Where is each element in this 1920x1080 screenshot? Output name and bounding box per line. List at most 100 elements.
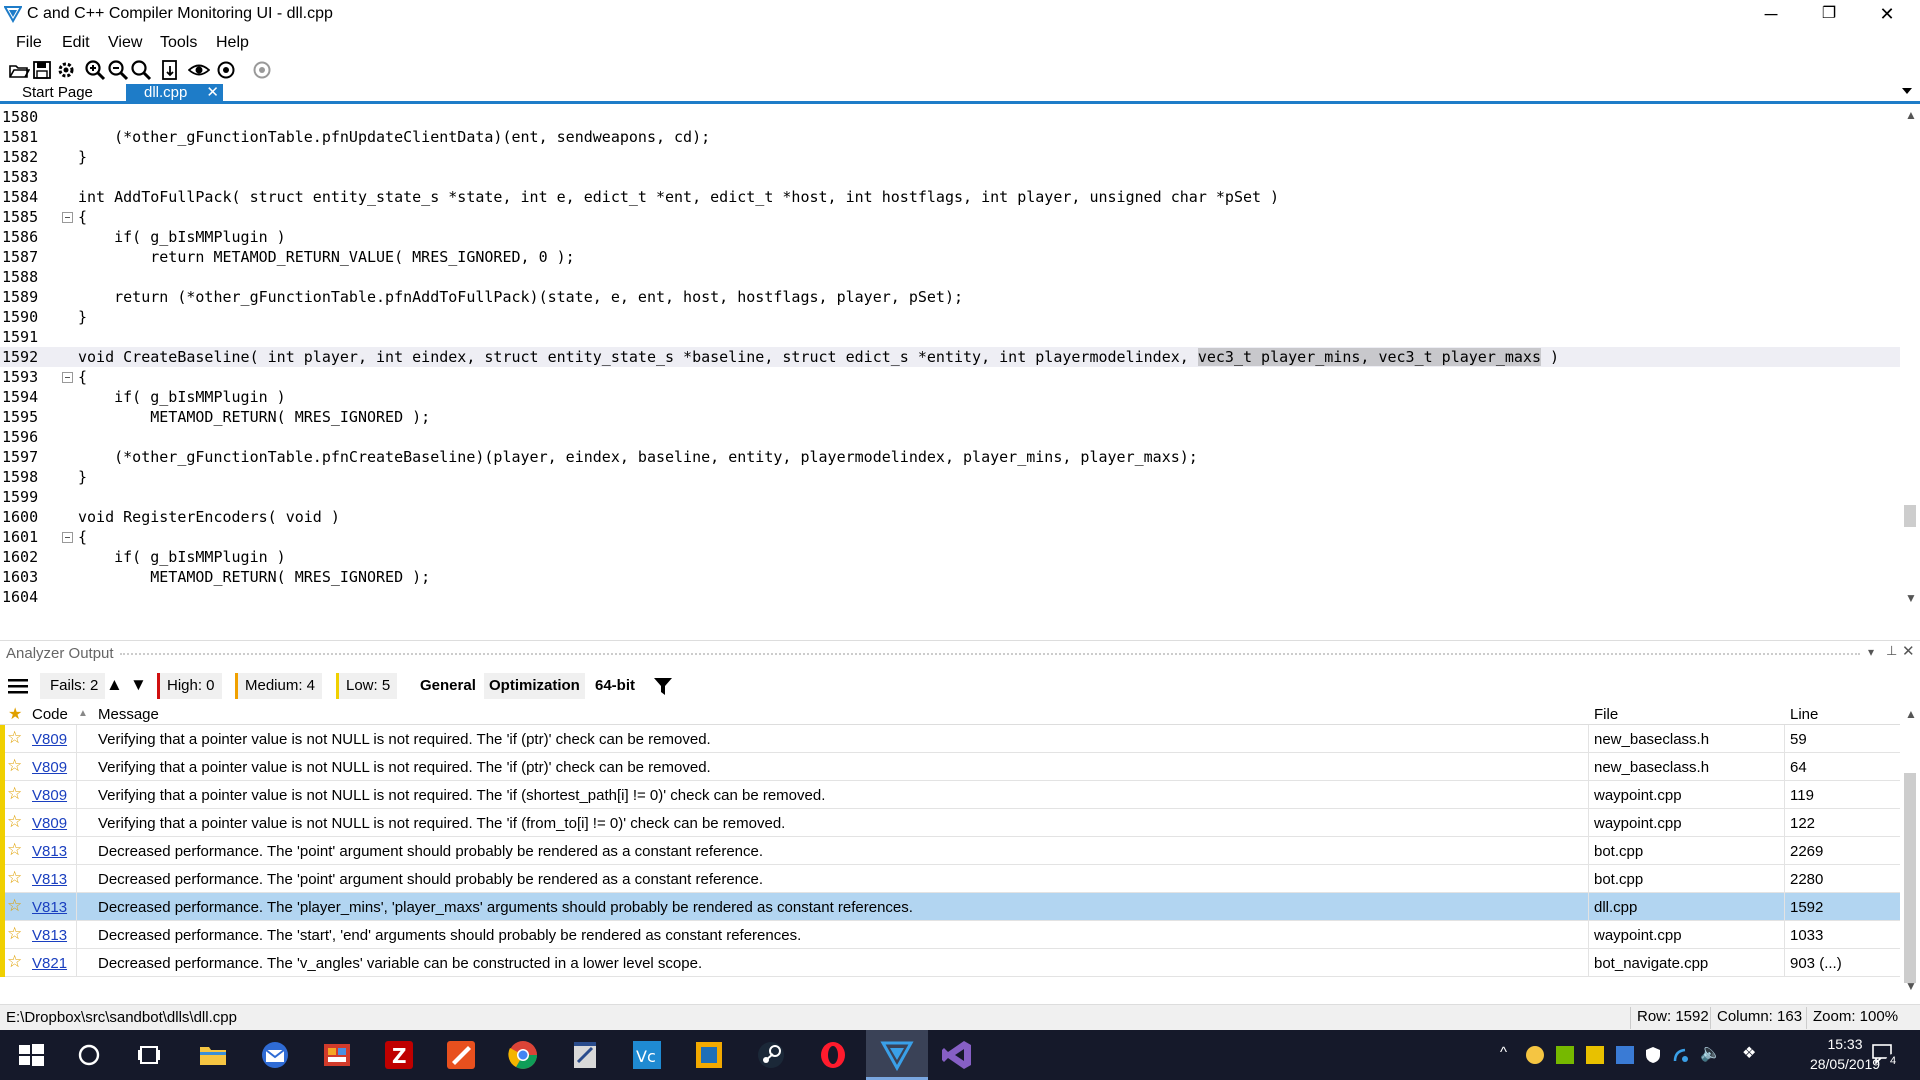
zoom-out-icon[interactable] bbox=[107, 59, 129, 81]
filter-icon[interactable] bbox=[654, 678, 672, 696]
dropbox-icon[interactable]: ❖ bbox=[1742, 1043, 1756, 1063]
navigate-icon[interactable] bbox=[216, 59, 238, 81]
code-line[interactable]: 1589 return (*other_gFunctionTable.pfnAd… bbox=[0, 287, 1900, 307]
hamburger-menu-icon[interactable] bbox=[8, 677, 28, 695]
windows-start-icon[interactable] bbox=[14, 1038, 48, 1072]
code-line[interactable]: 1604 bbox=[0, 587, 1900, 607]
tray-app-icon[interactable] bbox=[1526, 1046, 1544, 1064]
steam-icon[interactable] bbox=[754, 1038, 788, 1072]
code-line[interactable]: 1598} bbox=[0, 467, 1900, 487]
general-filter-button[interactable]: General bbox=[415, 673, 481, 699]
thunderbird-icon[interactable] bbox=[258, 1038, 292, 1072]
column-header-code[interactable]: Code bbox=[32, 706, 68, 723]
open-icon[interactable] bbox=[8, 59, 30, 81]
editor-vertical-scroll-thumb[interactable] bbox=[1904, 505, 1916, 527]
menu-file[interactable]: File bbox=[16, 34, 42, 52]
zoom-reset-icon[interactable] bbox=[130, 59, 152, 81]
column-header-message[interactable]: Message bbox=[98, 706, 159, 723]
favorite-star-icon[interactable]: ☆ bbox=[7, 868, 22, 888]
favorite-star-icon[interactable]: ☆ bbox=[7, 840, 22, 860]
tray-app-icon[interactable] bbox=[1586, 1046, 1604, 1064]
message-code-link[interactable]: V821 bbox=[32, 955, 67, 972]
code-line[interactable]: 1592 void CreateBaseline( int player, int… bbox=[0, 347, 1900, 367]
message-row[interactable]: ☆ V809 Verifying that a pointer value is n… bbox=[0, 809, 1900, 837]
menu-edit[interactable]: Edit bbox=[62, 34, 90, 52]
tab-dll-cpp[interactable]: dll.cpp ✕ bbox=[126, 84, 223, 102]
message-code-link[interactable]: V809 bbox=[32, 731, 67, 748]
file-explorer-icon[interactable] bbox=[196, 1038, 230, 1072]
favorite-star-icon[interactable]: ☆ bbox=[7, 952, 22, 972]
pvs-studio-icon[interactable] bbox=[880, 1038, 914, 1072]
code-line[interactable]: 1581 (*other_gFunctionTable.pfnUpdateCli… bbox=[0, 127, 1900, 147]
message-row[interactable]: ☆ V821 Decreased performance. The 'v_angle… bbox=[0, 949, 1900, 977]
tab-list-dropdown-icon[interactable] bbox=[1902, 88, 1912, 94]
favorite-star-icon[interactable]: ☆ bbox=[7, 896, 22, 916]
code-editor[interactable]: 1580 1581 (*other_gFunctionTable.pfnUpdat… bbox=[0, 107, 1920, 608]
code-line[interactable]: 1583 bbox=[0, 167, 1900, 187]
code-line[interactable]: 1596 bbox=[0, 427, 1900, 447]
opera-icon[interactable] bbox=[816, 1038, 850, 1072]
code-line[interactable]: 1590} bbox=[0, 307, 1900, 327]
pin-icon[interactable]: ⊥ bbox=[1886, 643, 1897, 659]
messages-scroll-thumb[interactable] bbox=[1904, 773, 1916, 983]
panel-grip[interactable] bbox=[120, 653, 1860, 655]
eye-icon[interactable] bbox=[188, 59, 210, 81]
tab-close-icon[interactable]: ✕ bbox=[206, 84, 219, 102]
app-icon[interactable] bbox=[320, 1038, 354, 1072]
volume-icon[interactable]: 🔈 bbox=[1700, 1043, 1721, 1063]
save-icon[interactable] bbox=[31, 59, 53, 81]
medium-filter-button[interactable]: Medium: 4 bbox=[235, 673, 323, 699]
message-row[interactable]: ☆ V813 Decreased performance. The 'start',… bbox=[0, 921, 1900, 949]
menu-view[interactable]: View bbox=[108, 34, 142, 52]
panel-dropdown-icon[interactable]: ▾ bbox=[1868, 645, 1874, 659]
visual-studio-icon[interactable] bbox=[940, 1038, 974, 1072]
panel-close-icon[interactable]: ✕ bbox=[1902, 642, 1915, 660]
favorite-star-icon[interactable]: ☆ bbox=[7, 784, 22, 804]
settings-icon[interactable] bbox=[55, 59, 77, 81]
chrome-icon[interactable] bbox=[506, 1038, 540, 1072]
app-icon[interactable] bbox=[692, 1038, 726, 1072]
message-row[interactable]: ☆ V813 Decreased performance. The 'point' … bbox=[0, 865, 1900, 893]
message-code-link[interactable]: V813 bbox=[32, 871, 67, 888]
export-icon[interactable] bbox=[159, 59, 181, 81]
vs-code-icon[interactable]: Vc bbox=[630, 1038, 664, 1072]
minimize-button[interactable]: ─ bbox=[1748, 0, 1794, 30]
message-row[interactable]: ☆ V809 Verifying that a pointer value is n… bbox=[0, 753, 1900, 781]
code-line[interactable]: 1588 bbox=[0, 267, 1900, 287]
menu-help[interactable]: Help bbox=[216, 34, 249, 52]
favorite-column-star-icon[interactable]: ★ bbox=[8, 704, 22, 724]
filezilla-icon[interactable]: Z bbox=[382, 1038, 416, 1072]
code-line[interactable]: 1600 void RegisterEncoders( void ) bbox=[0, 507, 1900, 527]
message-row[interactable]: ☆ V813 Decreased performance. The 'player_… bbox=[0, 893, 1900, 921]
message-code-link[interactable]: V813 bbox=[32, 843, 67, 860]
task-view-icon[interactable] bbox=[132, 1038, 166, 1072]
code-line[interactable]: 1580 bbox=[0, 107, 1900, 127]
fold-toggle-icon[interactable] bbox=[62, 212, 73, 223]
code-line[interactable]: 1602 if( g_bIsMMPlugin ) bbox=[0, 547, 1900, 567]
favorite-star-icon[interactable]: ☆ bbox=[7, 756, 22, 776]
message-code-link[interactable]: V813 bbox=[32, 927, 67, 944]
message-row[interactable]: ☆ V809 Verifying that a pointer value is n… bbox=[0, 781, 1900, 809]
message-code-link[interactable]: V809 bbox=[32, 815, 67, 832]
fold-toggle-icon[interactable] bbox=[62, 532, 73, 543]
code-line[interactable]: 1594 if( g_bIsMMPlugin ) bbox=[0, 387, 1900, 407]
message-row[interactable]: ☆ V809 Verifying that a pointer value is n… bbox=[0, 725, 1900, 753]
restore-button[interactable]: ❐ bbox=[1806, 0, 1852, 30]
code-line[interactable]: 1582} bbox=[0, 147, 1900, 167]
message-code-link[interactable]: V809 bbox=[32, 787, 67, 804]
low-filter-button[interactable]: Low: 5 bbox=[336, 673, 398, 699]
next-message-icon[interactable]: ▼ bbox=[130, 675, 147, 695]
code-line[interactable]: 1597 (*other_gFunctionTable.pfnCreateBas… bbox=[0, 447, 1900, 467]
tray-app-icon[interactable] bbox=[1616, 1046, 1634, 1064]
favorite-star-icon[interactable]: ☆ bbox=[7, 728, 22, 748]
code-line[interactable]: 1586 if( g_bIsMMPlugin ) bbox=[0, 227, 1900, 247]
cortana-icon[interactable] bbox=[72, 1038, 106, 1072]
code-line[interactable]: 1595 METAMOD_RETURN( MRES_IGNORED ); bbox=[0, 407, 1900, 427]
column-header-line[interactable]: Line bbox=[1790, 706, 1818, 723]
menu-tools[interactable]: Tools bbox=[160, 34, 197, 52]
tray-chevron-icon[interactable]: ^ bbox=[1500, 1044, 1507, 1061]
paint-icon[interactable] bbox=[444, 1038, 478, 1072]
favorite-star-icon[interactable]: ☆ bbox=[7, 924, 22, 944]
scroll-up-icon[interactable]: ▲ bbox=[1905, 108, 1917, 122]
editor-vertical-scrollbar[interactable]: ▲ ▼ bbox=[1900, 107, 1920, 608]
